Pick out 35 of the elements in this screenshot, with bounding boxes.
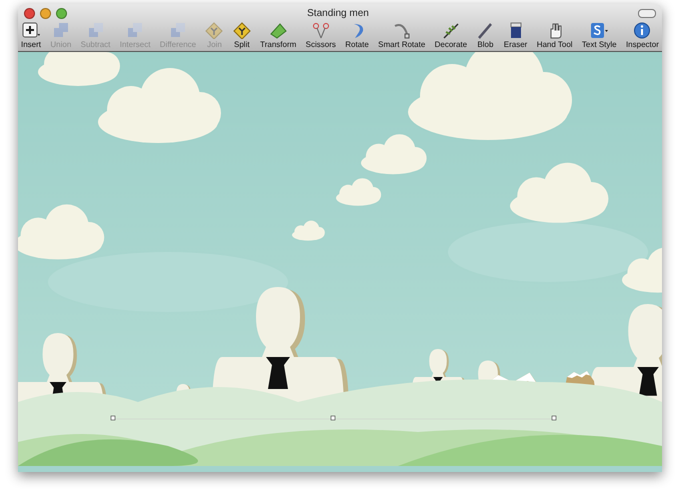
toolbar-button[interactable]: Transform (260, 22, 296, 49)
text-style-icon (590, 22, 608, 39)
overlapping-squares-icon (126, 22, 144, 39)
toolbar-button[interactable]: Smart Rotate (378, 22, 426, 49)
toolbar-button[interactable]: Text Style (582, 22, 617, 49)
toolbar-button[interactable]: Rotate (345, 22, 369, 49)
toolbar-button[interactable]: Hand Tool (536, 22, 573, 49)
window-title: Standing men (306, 8, 370, 18)
toolbar-toggle-button[interactable] (638, 8, 656, 18)
cloud (622, 248, 662, 293)
selection-handles[interactable] (110, 416, 556, 420)
close-button[interactable] (24, 8, 35, 18)
minimize-button[interactable] (40, 8, 51, 18)
toolbar-button[interactable]: Inspector (626, 22, 659, 49)
scissors-icon (312, 22, 330, 39)
toolbar-button[interactable]: Decorate (434, 22, 468, 49)
cloud (292, 220, 325, 241)
brush-icon (476, 22, 494, 39)
overlapping-squares-icon (86, 22, 104, 39)
cloud (336, 178, 382, 206)
plus-icon (22, 22, 40, 39)
overlapping-squares-icon (168, 22, 187, 39)
diamond-icon (232, 22, 251, 39)
toolbar-button[interactable]: Scissors (306, 22, 336, 49)
diamond-icon (205, 22, 224, 39)
toolbar-button[interactable]: Split (232, 22, 251, 49)
zoom-button[interactable] (56, 8, 67, 18)
curve-icon (392, 22, 411, 39)
overlapping-squares-icon (52, 22, 70, 39)
pen-icon (442, 22, 460, 39)
toolbar-button[interactable]: Blob (476, 22, 494, 49)
shape-icon (269, 22, 288, 39)
toolbar-button[interactable]: Insert (21, 22, 42, 49)
toolbar-button[interactable]: Eraser (504, 22, 528, 49)
info-icon (633, 22, 652, 39)
